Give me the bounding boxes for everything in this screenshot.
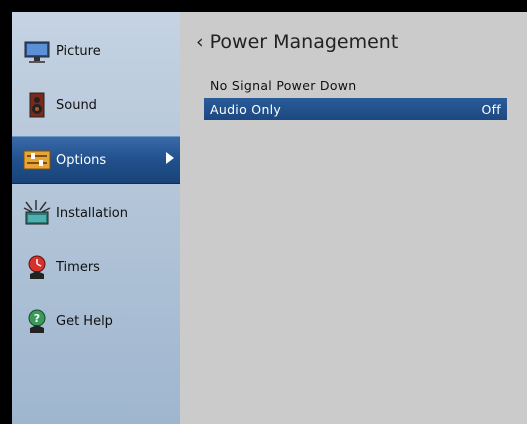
setting-row-no-signal-power-down[interactable]: No Signal Power Down [204, 74, 507, 96]
power-management-panel: ‹ Power Management No Signal Power Down … [180, 12, 527, 424]
sidebar-item-label: Get Help [56, 313, 113, 329]
page-title[interactable]: ‹ Power Management [196, 31, 398, 53]
chevron-right-icon [166, 152, 174, 164]
setting-value: Off [481, 101, 501, 117]
setting-row-audio-only[interactable]: Audio Only Off [204, 98, 507, 120]
svg-text:?: ? [34, 312, 40, 325]
setting-label: No Signal Power Down [210, 77, 357, 93]
sidebar: Picture Sound Options Installation Timer… [12, 12, 180, 424]
sidebar-item-label: Options [56, 152, 107, 168]
back-chevron-icon[interactable]: ‹ [196, 31, 204, 53]
tv-menu: Picture Sound Options Installation Timer… [12, 12, 527, 424]
sidebar-item-label: Installation [56, 205, 129, 221]
timer-icon [22, 252, 52, 282]
sidebar-item-get-help[interactable]: ? Get Help [12, 298, 180, 344]
monitor-icon [22, 36, 52, 66]
sidebar-item-options[interactable]: Options [12, 136, 180, 184]
page-title-text: Power Management [209, 31, 399, 53]
options-icon [22, 145, 52, 175]
help-icon: ? [22, 306, 52, 336]
sidebar-item-label: Timers [56, 259, 100, 275]
sidebar-item-label: Picture [56, 43, 101, 59]
sidebar-item-installation[interactable]: Installation [12, 190, 180, 236]
sidebar-item-picture[interactable]: Picture [12, 28, 180, 74]
sidebar-item-sound[interactable]: Sound [12, 82, 180, 128]
setting-label: Audio Only [210, 101, 282, 117]
sidebar-item-timers[interactable]: Timers [12, 244, 180, 290]
sidebar-item-label: Sound [56, 97, 97, 113]
satellite-antenna-icon [22, 198, 52, 228]
speaker-icon [22, 90, 52, 120]
